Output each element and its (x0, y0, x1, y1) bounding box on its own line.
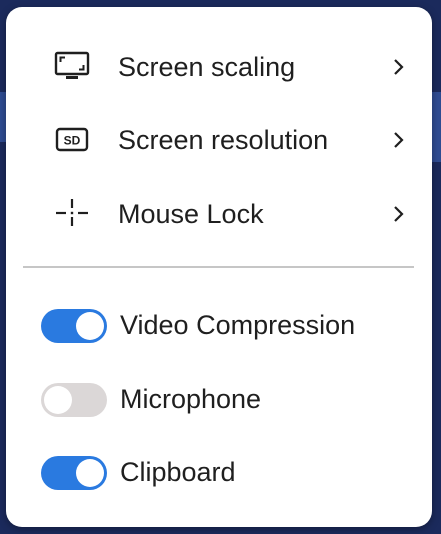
toggle-knob (76, 312, 104, 340)
menu-item-label: Screen resolution (118, 125, 329, 155)
settings-menu: Screen scaling SD Screen resolution Mous… (6, 7, 432, 527)
clipboard-toggle[interactable] (41, 456, 107, 490)
backdrop-fragment (432, 92, 441, 162)
microphone-toggle[interactable] (41, 383, 107, 417)
menu-divider (23, 266, 414, 268)
toggle-row-video-compression: Video Compression (6, 302, 432, 350)
toggle-knob (44, 386, 72, 414)
chevron-right-icon (392, 204, 406, 224)
toggle-row-microphone: Microphone (6, 376, 432, 424)
screen-resolution-icon: SD (52, 122, 92, 158)
menu-item-label: Mouse Lock (118, 199, 264, 229)
menu-item-label: Screen scaling (118, 52, 296, 82)
menu-item-mouse-lock[interactable]: Mouse Lock (6, 184, 432, 244)
chevron-right-icon (392, 130, 406, 150)
toggle-row-clipboard: Clipboard (6, 449, 432, 497)
chevron-right-icon (392, 57, 406, 77)
menu-item-screen-resolution[interactable]: SD Screen resolution (6, 110, 432, 170)
mouse-lock-icon (52, 196, 92, 232)
screen-scaling-icon (52, 49, 92, 85)
toggle-label: Video Compression (120, 310, 356, 340)
toggle-knob (76, 459, 104, 487)
toggle-label: Microphone (120, 384, 262, 414)
video-compression-toggle[interactable] (41, 309, 107, 343)
toggle-label: Clipboard (120, 457, 236, 487)
resolution-icon-text: SD (64, 134, 81, 148)
menu-item-screen-scaling[interactable]: Screen scaling (6, 37, 432, 97)
